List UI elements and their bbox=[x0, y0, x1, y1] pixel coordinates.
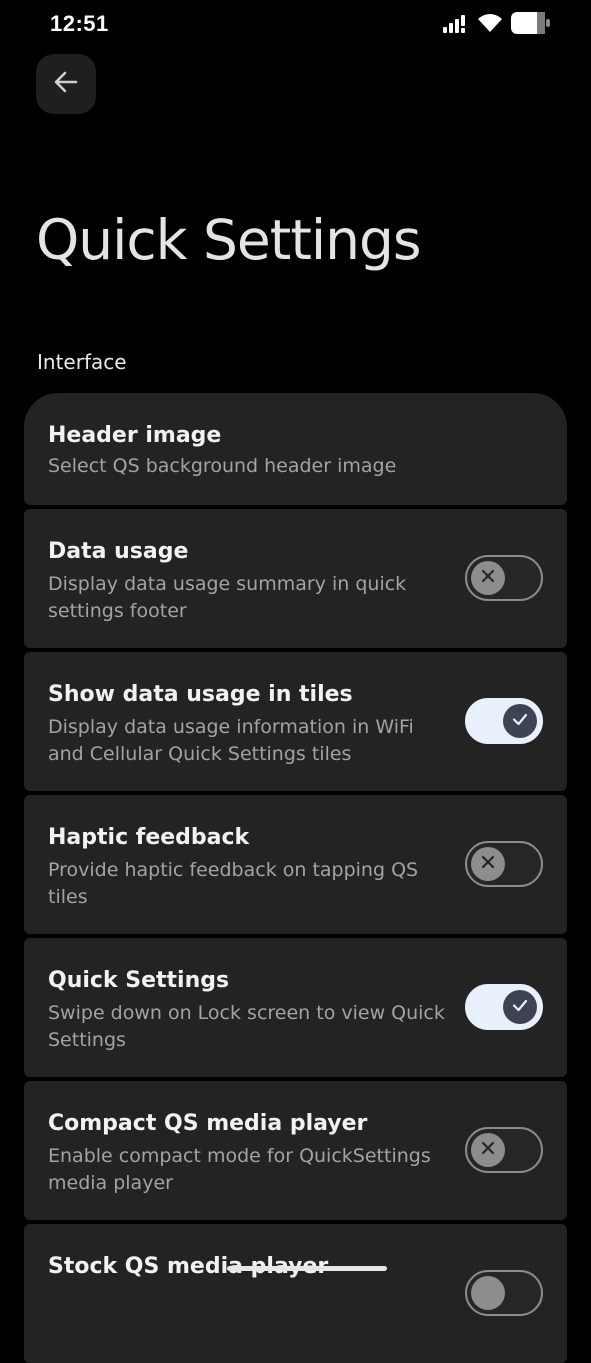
setting-subtitle: Provide haptic feedback on tapping QS ti… bbox=[48, 859, 419, 908]
page-title: Quick Settings bbox=[36, 208, 422, 272]
close-icon bbox=[480, 568, 496, 588]
show-data-usage-tiles-toggle[interactable] bbox=[465, 698, 543, 744]
setting-stock-media-player[interactable]: Stock QS media player bbox=[24, 1224, 567, 1363]
close-icon bbox=[480, 1140, 496, 1160]
setting-quick-settings-lockscreen[interactable]: Quick Settings Swipe down on Lock screen… bbox=[24, 938, 567, 1077]
toggle-knob bbox=[503, 704, 537, 738]
section-header: Interface bbox=[37, 350, 127, 374]
setting-header-image[interactable]: Header image Select QS background header… bbox=[24, 393, 567, 505]
battery-icon bbox=[511, 12, 551, 38]
setting-haptic-feedback[interactable]: Haptic feedback Provide haptic feedback … bbox=[24, 795, 567, 934]
setting-subtitle: Enable compact mode for QuickSettings me… bbox=[48, 1145, 431, 1194]
setting-title: Data usage bbox=[48, 539, 189, 564]
setting-compact-media-player[interactable]: Compact QS media player Enable compact m… bbox=[24, 1081, 567, 1220]
haptic-feedback-toggle[interactable] bbox=[465, 841, 543, 887]
setting-subtitle: Swipe down on Lock screen to view Quick … bbox=[48, 1002, 445, 1051]
quick-settings-lockscreen-toggle[interactable] bbox=[465, 984, 543, 1030]
status-time: 12:51 bbox=[50, 11, 109, 36]
data-usage-toggle[interactable] bbox=[465, 555, 543, 601]
toggle-knob bbox=[471, 1276, 505, 1310]
back-button[interactable] bbox=[36, 54, 96, 114]
close-icon bbox=[480, 854, 496, 874]
gesture-nav-bar[interactable] bbox=[227, 1266, 387, 1271]
status-icons bbox=[443, 12, 551, 38]
wifi-icon bbox=[477, 13, 503, 37]
setting-data-usage[interactable]: Data usage Display data usage summary in… bbox=[24, 509, 567, 648]
setting-show-data-usage-tiles[interactable]: Show data usage in tiles Display data us… bbox=[24, 652, 567, 791]
arrow-left-icon bbox=[52, 68, 80, 100]
toggle-knob bbox=[503, 990, 537, 1024]
toggle-knob bbox=[471, 847, 505, 881]
check-icon bbox=[511, 710, 529, 732]
toggle-knob bbox=[471, 561, 505, 595]
setting-title: Quick Settings bbox=[48, 968, 230, 993]
status-bar: 12:51 bbox=[0, 0, 591, 50]
setting-subtitle: Display data usage information in WiFi a… bbox=[48, 716, 414, 765]
setting-subtitle: Select QS background header image bbox=[48, 455, 397, 477]
setting-title: Compact QS media player bbox=[48, 1111, 368, 1136]
stock-media-player-toggle[interactable] bbox=[465, 1270, 543, 1316]
compact-media-player-toggle[interactable] bbox=[465, 1127, 543, 1173]
setting-title: Haptic feedback bbox=[48, 825, 250, 850]
setting-title: Show data usage in tiles bbox=[48, 682, 353, 707]
check-icon bbox=[511, 996, 529, 1018]
setting-title: Header image bbox=[48, 423, 222, 448]
setting-subtitle: Display data usage summary in quick sett… bbox=[48, 573, 407, 622]
signal-icon bbox=[443, 13, 469, 37]
toggle-knob bbox=[471, 1133, 505, 1167]
